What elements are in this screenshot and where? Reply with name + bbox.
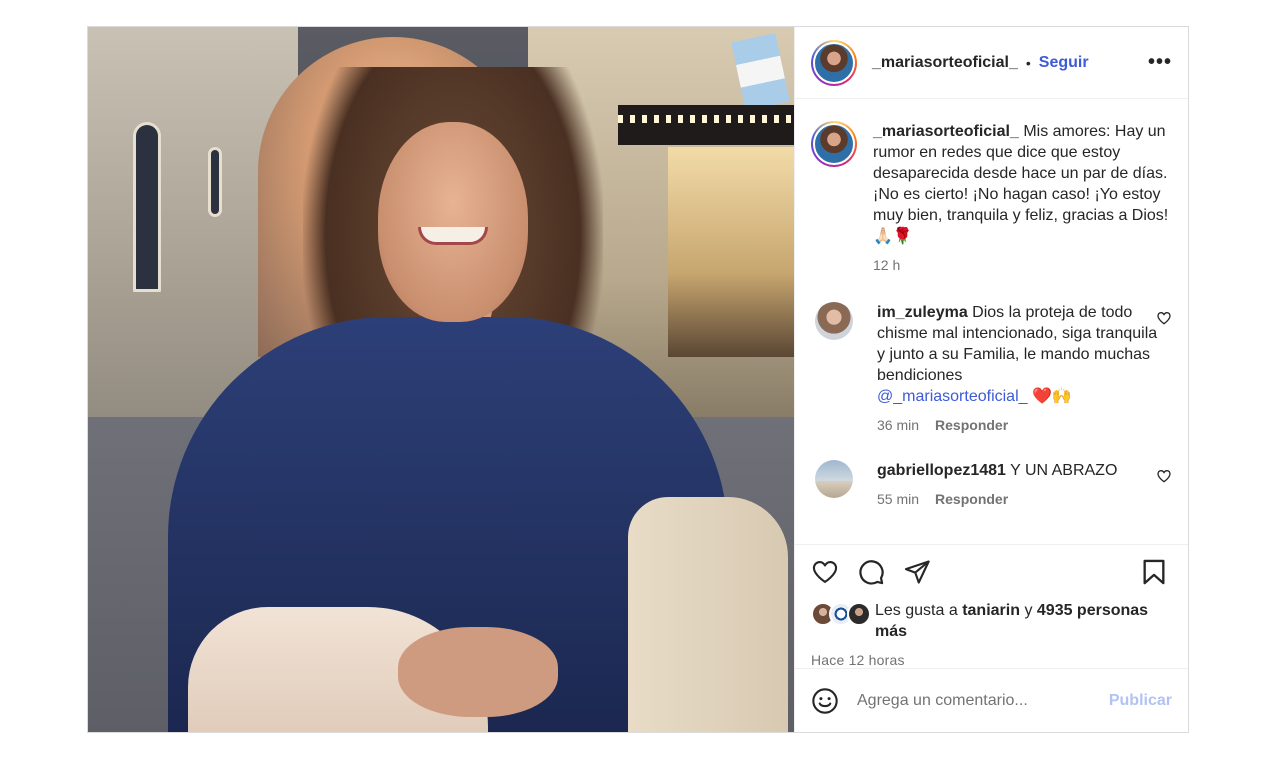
reply-button[interactable]: Responder [935, 489, 1008, 510]
bookmark-icon [1143, 559, 1165, 584]
likes-conj: y [1024, 602, 1033, 619]
likes-summary[interactable]: Les gusta a taniarin y 4935 personas más [795, 598, 1188, 642]
photo-lights [618, 115, 794, 123]
publish-button[interactable]: Publicar [1109, 692, 1172, 710]
like-button[interactable] [811, 558, 839, 586]
post-timestamp[interactable]: Hace 12 horas [795, 642, 1188, 668]
post-header: _mariasorteoficial_ • Seguir ••• [795, 27, 1188, 99]
add-comment-bar: Publicar [795, 668, 1188, 732]
caption-username[interactable]: _mariasorteoficial_ [873, 123, 1019, 140]
comments-list[interactable]: _mariasorteoficial_ Mis amores: Hay un r… [795, 99, 1188, 544]
comment-like-heart-icon[interactable] [1156, 468, 1172, 484]
comment-text: Y UN ABRAZO [1010, 462, 1118, 479]
instagram-post: _mariasorteoficial_ • Seguir ••• _marias… [87, 26, 1189, 733]
liker-avatars [811, 602, 871, 626]
reply-button[interactable]: Responder [935, 415, 1008, 436]
comment-like-heart-icon[interactable] [1156, 310, 1172, 326]
photo-doorway [668, 147, 794, 357]
comment-time[interactable]: 55 min [877, 489, 919, 510]
emoji-icon[interactable] [811, 687, 839, 715]
comment-icon [859, 559, 884, 585]
comment-item: im_zuleyma Dios la proteja de todo chism… [811, 302, 1172, 436]
comment-avatar[interactable] [815, 460, 853, 498]
likes-prefix: Les gusta a [875, 602, 958, 619]
share-icon [904, 559, 930, 584]
profile-avatar[interactable] [811, 39, 857, 86]
photo-face [378, 122, 528, 322]
caption-avatar[interactable] [811, 121, 857, 167]
save-button[interactable] [1140, 558, 1168, 586]
comment-item: gabriellopez1481 Y UN ABRAZO 55 min Resp… [811, 460, 1172, 510]
post-sidebar: _mariasorteoficial_ • Seguir ••• _marias… [794, 27, 1188, 732]
photo-awning [618, 105, 794, 145]
caption-time[interactable]: 12 h [873, 255, 900, 276]
photo-hand [398, 627, 558, 717]
follow-button[interactable]: Seguir [1039, 54, 1089, 72]
post-photo[interactable] [88, 27, 794, 732]
comment-mention[interactable]: @_mariasorteoficial_ [877, 388, 1028, 405]
comment-button[interactable] [857, 558, 885, 586]
caption: _mariasorteoficial_ Mis amores: Hay un r… [811, 121, 1172, 276]
header-username[interactable]: _mariasorteoficial_ [872, 54, 1018, 72]
comment-emoji: ❤️🙌 [1031, 388, 1072, 405]
liker-avatar [847, 602, 871, 626]
comment-username[interactable]: im_zuleyma [877, 304, 968, 321]
caption-text: Mis amores: Hay un rumor en redes que di… [873, 123, 1169, 245]
share-button[interactable] [903, 558, 931, 586]
comment-input[interactable] [857, 691, 1109, 710]
post-actions-bar [795, 544, 1188, 598]
likes-user[interactable]: taniarin [962, 602, 1020, 619]
photo-smile [418, 227, 488, 245]
comment-time[interactable]: 36 min [877, 415, 919, 436]
likes-text: Les gusta a taniarin y 4935 personas más [875, 600, 1172, 642]
comment-avatar[interactable] [815, 302, 853, 340]
photo-bag [628, 497, 788, 732]
header-separator: • [1025, 54, 1031, 71]
comment-username[interactable]: gabriellopez1481 [877, 462, 1006, 479]
more-options-icon[interactable]: ••• [1148, 51, 1172, 74]
heart-icon [812, 560, 838, 583]
